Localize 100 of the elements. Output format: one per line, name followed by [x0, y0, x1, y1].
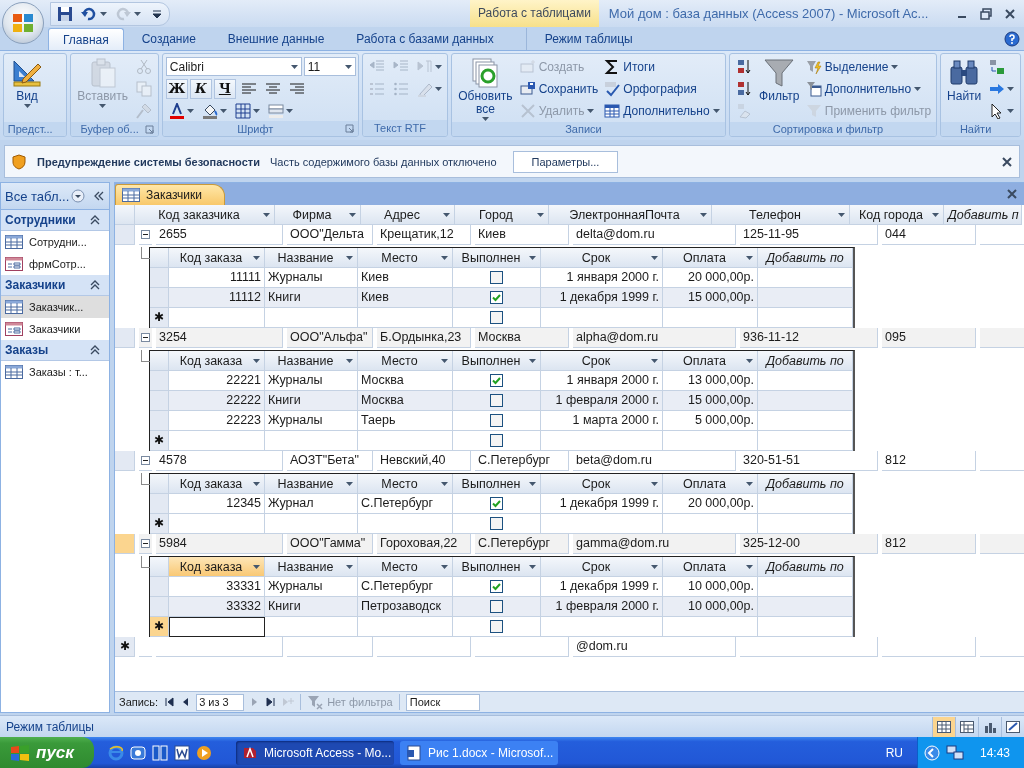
last-record-icon[interactable] — [266, 697, 277, 707]
checkbox[interactable] — [490, 271, 503, 284]
document-tab[interactable]: Заказчики — [115, 184, 225, 205]
ribbon-button[interactable]: Орфография — [602, 78, 722, 99]
chevron-left-icon[interactable] — [923, 744, 940, 761]
ribbon-tab[interactable]: Главная — [48, 28, 124, 50]
app-icon[interactable] — [129, 744, 146, 761]
checkbox[interactable] — [490, 620, 503, 633]
ribbon-tab[interactable]: Внешние данные — [213, 28, 339, 50]
checkbox[interactable] — [490, 291, 503, 304]
ribbon-button[interactable]: Дополнительно — [602, 100, 722, 121]
nav-item[interactable]: Сотрудни... — [1, 231, 109, 253]
column-header[interactable]: Место — [358, 248, 453, 268]
dialog-launcher-icon[interactable] — [144, 125, 155, 135]
column-header[interactable]: Место — [358, 351, 453, 371]
collapse-icon[interactable] — [141, 230, 150, 239]
column-header[interactable]: Добавить по — [758, 557, 853, 577]
nav-item[interactable]: Заказчики — [1, 318, 109, 340]
column-header[interactable]: Выполнен — [453, 248, 541, 268]
checkbox[interactable] — [490, 394, 503, 407]
ribbon-tab[interactable]: Создание — [127, 28, 210, 50]
nav-item[interactable]: Заказы : т... — [1, 361, 109, 383]
taskbar-button[interactable]: Рис 1.docx - Microsof... — [399, 740, 558, 765]
checkbox[interactable] — [490, 580, 503, 593]
checkbox[interactable] — [490, 311, 503, 324]
column-header[interactable]: Код заказа — [169, 474, 265, 494]
help-icon[interactable] — [1004, 31, 1020, 47]
column-header[interactable]: Оплата — [663, 557, 758, 577]
dialog-launcher-icon[interactable] — [344, 124, 355, 134]
font-size-field[interactable]: 11 — [303, 57, 356, 76]
collapse-icon[interactable] — [141, 539, 150, 548]
close-icon[interactable] — [1006, 188, 1018, 200]
column-header[interactable]: Телефон — [712, 205, 850, 225]
checkbox[interactable] — [490, 600, 503, 613]
ribbon-button[interactable]: Вид — [7, 56, 47, 122]
row-selector[interactable]: ✱ — [150, 308, 169, 328]
taskbar-button[interactable]: Microsoft Access - Mo... — [235, 740, 394, 765]
nav-item[interactable]: фрмСотр... — [1, 253, 109, 275]
column-header[interactable]: Адрес — [361, 205, 455, 225]
column-header[interactable]: Название — [265, 351, 358, 371]
ribbon-tab[interactable]: Работа с базами данных — [342, 28, 508, 50]
close-icon[interactable] — [1001, 155, 1013, 168]
row-selector[interactable]: ✱ — [115, 637, 135, 657]
column-header[interactable]: Выполнен — [453, 557, 541, 577]
column-header[interactable]: Код заказа — [169, 557, 265, 577]
column-header[interactable]: Добавить по — [758, 248, 853, 268]
checkbox[interactable] — [490, 497, 503, 510]
view-button[interactable] — [932, 716, 955, 737]
ribbon-button[interactable]: Найти — [944, 56, 985, 122]
column-header[interactable]: ЭлектроннаяПочта — [549, 205, 712, 225]
column-header[interactable]: Срок — [541, 474, 663, 494]
network-icon[interactable] — [945, 744, 964, 761]
column-header[interactable]: Код заказа — [169, 248, 265, 268]
save-button[interactable] — [55, 4, 75, 23]
book-icon[interactable] — [151, 744, 168, 761]
ribbon-button[interactable]: Фильтр — [756, 56, 802, 122]
column-header[interactable]: Выполнен — [453, 474, 541, 494]
checkbox[interactable] — [490, 434, 503, 447]
collapse-icon[interactable] — [141, 456, 150, 465]
ribbon-button[interactable]: Сохранить — [517, 78, 601, 99]
column-header[interactable]: Срок — [541, 351, 663, 371]
column-header[interactable]: Срок — [541, 248, 663, 268]
checkbox[interactable] — [490, 414, 503, 427]
customize-toolbar-icon[interactable] — [153, 9, 161, 18]
options-button[interactable]: Параметры... — [512, 150, 619, 173]
column-header[interactable]: Название — [265, 557, 358, 577]
column-header[interactable]: Код заказа — [169, 351, 265, 371]
checkbox[interactable] — [490, 374, 503, 387]
collapse-pane-icon[interactable] — [93, 190, 105, 202]
browser-icon[interactable] — [107, 744, 124, 761]
ribbon-button[interactable]: Итоги — [602, 56, 722, 77]
column-header[interactable]: Оплата — [663, 474, 758, 494]
document-icon[interactable] — [173, 744, 190, 761]
record-number-field[interactable]: 3 из 3 — [196, 693, 245, 711]
format-button[interactable]: Ч — [213, 78, 236, 99]
restore-icon[interactable] — [980, 7, 992, 20]
column-header[interactable]: Фирма — [275, 205, 361, 225]
column-header[interactable]: Добавить по — [758, 474, 853, 494]
office-button[interactable] — [2, 2, 44, 44]
ribbon-button[interactable]: Выделение — [803, 56, 934, 77]
column-header[interactable]: Срок — [541, 557, 663, 577]
column-header[interactable]: Оплата — [663, 351, 758, 371]
collapse-icon[interactable] — [141, 333, 150, 342]
row-selector[interactable]: ✱ — [150, 617, 169, 637]
nav-group-header[interactable]: Заказчики — [1, 275, 109, 296]
column-header[interactable]: Название — [265, 248, 358, 268]
row-selector[interactable]: ✱ — [150, 514, 169, 534]
nav-group-header[interactable]: Сотрудники — [1, 210, 109, 231]
column-header[interactable]: Код заказчика — [135, 205, 275, 225]
row-selector[interactable]: ✱ — [150, 431, 169, 451]
close-icon[interactable] — [1004, 7, 1016, 20]
column-header[interactable]: Выполнен — [453, 351, 541, 371]
search-field[interactable]: Поиск — [405, 693, 480, 711]
ribbon-button[interactable]: Дополнительно — [803, 78, 934, 99]
column-header[interactable]: Место — [358, 557, 453, 577]
checkbox[interactable] — [490, 517, 503, 530]
column-header[interactable]: Название — [265, 474, 358, 494]
nav-group-header[interactable]: Заказы — [1, 340, 109, 361]
column-header[interactable]: Оплата — [663, 248, 758, 268]
media-play-icon[interactable] — [195, 744, 212, 761]
